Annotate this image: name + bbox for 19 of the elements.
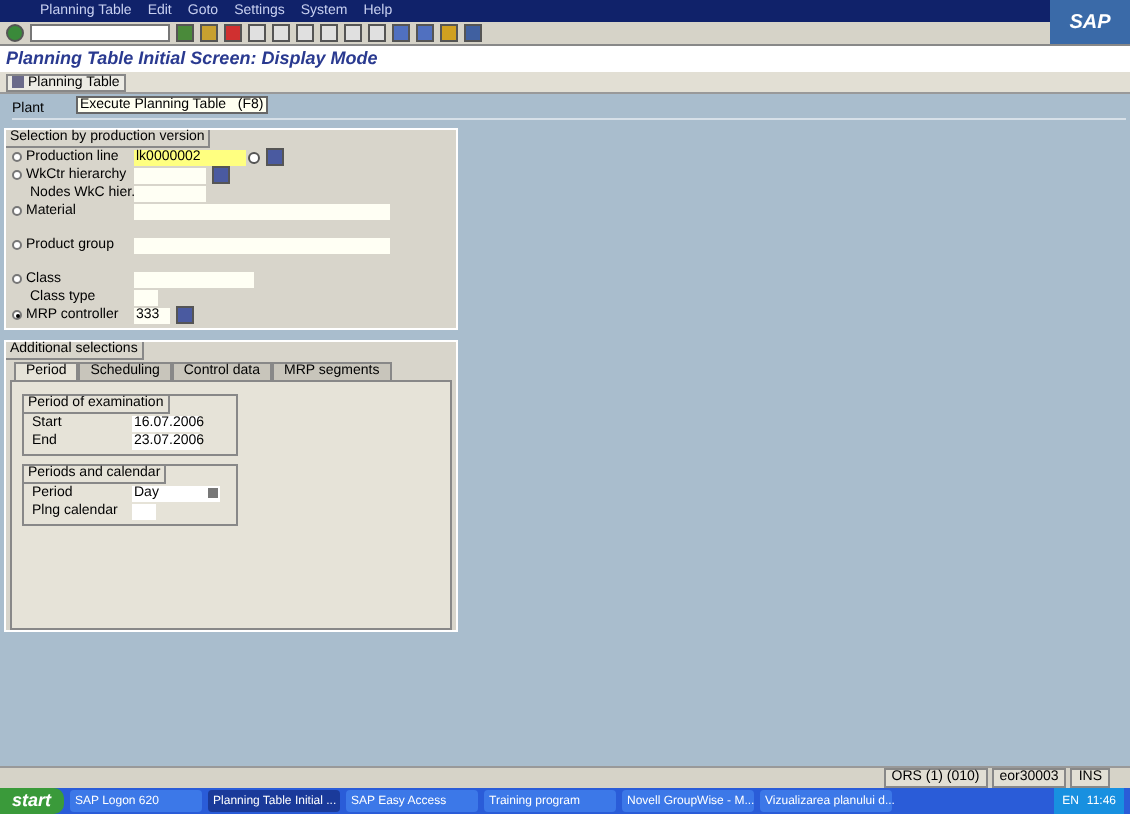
start-button[interactable]: start xyxy=(0,788,64,814)
logo-mark: SAP xyxy=(1069,9,1111,37)
radio-button[interactable] xyxy=(12,310,22,320)
radio-button[interactable] xyxy=(12,206,22,216)
input-field[interactable] xyxy=(132,503,156,519)
screen-title: Planning Table Initial Screen: Display Mode xyxy=(6,50,378,68)
input-field[interactable] xyxy=(134,203,390,219)
command-field[interactable] xyxy=(30,24,170,42)
radio-button[interactable] xyxy=(12,152,22,162)
enter-icon[interactable] xyxy=(6,24,24,42)
input-field[interactable] xyxy=(134,237,390,253)
radio-button[interactable] xyxy=(12,170,22,180)
input-field[interactable] xyxy=(134,167,206,183)
input-field[interactable] xyxy=(134,271,254,287)
radio-button[interactable] xyxy=(12,240,22,250)
input-field[interactable] xyxy=(134,185,206,201)
input-field[interactable] xyxy=(134,289,158,305)
dropdown-icon[interactable] xyxy=(248,151,260,163)
radio-button[interactable] xyxy=(12,274,22,284)
